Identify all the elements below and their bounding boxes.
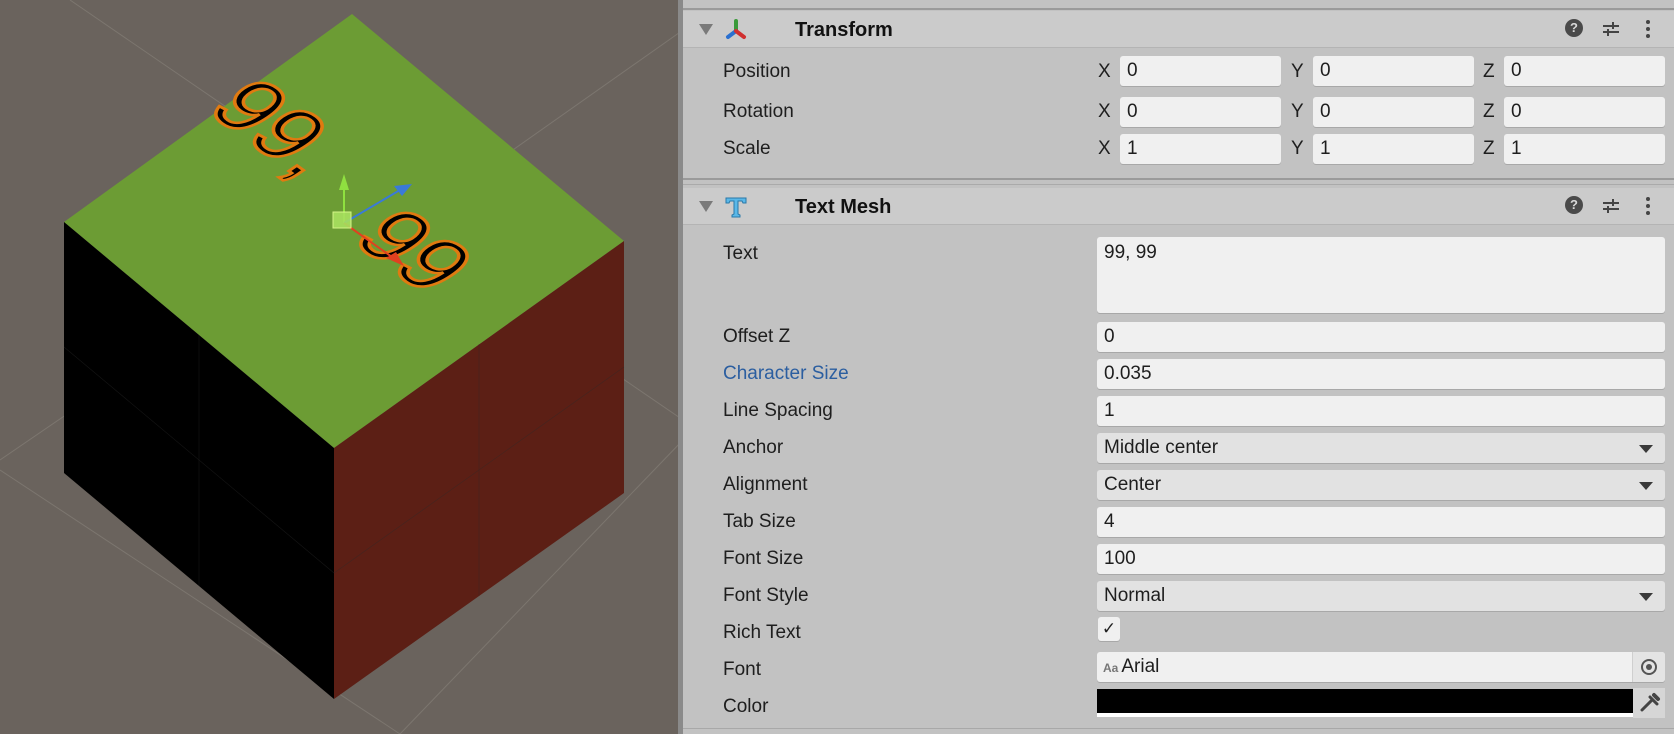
- rotation-label: Rotation: [723, 101, 794, 122]
- rotation-x-field[interactable]: 0: [1120, 97, 1281, 127]
- text-mesh-header[interactable]: Text Mesh ?: [683, 188, 1674, 225]
- chevron-down-icon: [1639, 445, 1653, 453]
- line-spacing-field[interactable]: 1: [1097, 396, 1665, 426]
- top-separator: [683, 8, 1674, 10]
- rotation-z-field[interactable]: 0: [1504, 97, 1665, 127]
- scene-view[interactable]: 99, 99: [0, 0, 683, 734]
- rotation-y-label[interactable]: Y: [1291, 101, 1304, 123]
- text-label: Text: [723, 243, 758, 264]
- position-y-label[interactable]: Y: [1291, 61, 1304, 83]
- scale-z-field[interactable]: 1: [1504, 134, 1665, 164]
- tab-size-label: Tab Size: [723, 511, 796, 532]
- font-value: Arial: [1121, 656, 1160, 677]
- more-options-icon[interactable]: [1638, 196, 1658, 216]
- scene-canvas[interactable]: 99, 99: [0, 0, 683, 734]
- scale-label: Scale: [723, 138, 771, 159]
- position-label: Position: [723, 61, 791, 82]
- position-x-label[interactable]: X: [1098, 61, 1111, 83]
- rotation-y-field[interactable]: 0: [1313, 97, 1474, 127]
- foldout-triangle-icon[interactable]: [699, 201, 713, 212]
- font-style-label: Font Style: [723, 585, 809, 606]
- alignment-label: Alignment: [723, 474, 808, 495]
- component-separator-2: [683, 184, 1674, 185]
- help-icon: ?: [1565, 19, 1583, 37]
- chevron-down-icon: [1639, 482, 1653, 490]
- font-size-field[interactable]: 100: [1097, 544, 1665, 574]
- font-style-value: Normal: [1104, 585, 1166, 606]
- tab-size-field[interactable]: 4: [1097, 507, 1665, 537]
- gizmo-center-handle[interactable]: [332, 211, 352, 229]
- anchor-value: Middle center: [1104, 437, 1219, 458]
- alignment-dropdown[interactable]: Center: [1097, 470, 1665, 500]
- position-x-field[interactable]: 0: [1120, 56, 1281, 86]
- font-size-label: Font Size: [723, 548, 804, 569]
- scale-y-field[interactable]: 1: [1313, 134, 1474, 164]
- scale-x-field[interactable]: 1: [1120, 134, 1281, 164]
- color-swatch[interactable]: [1097, 689, 1633, 713]
- color-alpha-bar: [1097, 713, 1633, 717]
- anchor-label: Anchor: [723, 437, 784, 458]
- offset-z-field[interactable]: 0: [1097, 322, 1665, 352]
- color-label: Color: [723, 696, 769, 717]
- transform-axes-icon: [726, 19, 746, 39]
- help-icon: ?: [1565, 196, 1583, 214]
- position-y-field[interactable]: 0: [1313, 56, 1474, 86]
- object-picker-button[interactable]: [1632, 652, 1665, 682]
- character-size-field[interactable]: 0.035: [1097, 359, 1665, 389]
- object-picker-dot: [1646, 664, 1652, 670]
- foldout-triangle-icon[interactable]: [699, 24, 713, 35]
- font-label: Font: [723, 659, 762, 680]
- position-z-label[interactable]: Z: [1483, 61, 1495, 83]
- bottom-separator: [683, 728, 1674, 729]
- font-object-field[interactable]: Aa Arial: [1097, 652, 1665, 682]
- eyedropper-icon[interactable]: [1633, 688, 1665, 718]
- text-mesh-title: Text Mesh: [795, 196, 892, 218]
- component-separator: [683, 178, 1674, 180]
- font-asset-icon: Aa: [1103, 661, 1119, 675]
- rich-text-label: Rich Text: [723, 622, 801, 643]
- transform-header[interactable]: Transform ?: [683, 11, 1674, 48]
- alignment-value: Center: [1104, 474, 1162, 495]
- rotation-x-label[interactable]: X: [1098, 101, 1111, 123]
- offset-z-label: Offset Z: [723, 326, 791, 347]
- help-button[interactable]: ?: [1565, 196, 1585, 216]
- font-style-dropdown[interactable]: Normal: [1097, 581, 1665, 611]
- scale-z-label[interactable]: Z: [1483, 138, 1495, 160]
- inspector-panel: Transform ? Position X 0 Y 0 Z 0 Rotatio…: [683, 0, 1674, 734]
- rotation-z-label[interactable]: Z: [1483, 101, 1495, 123]
- position-z-field[interactable]: 0: [1504, 56, 1665, 86]
- transform-title: Transform: [795, 19, 893, 41]
- scale-x-label[interactable]: X: [1098, 138, 1111, 160]
- scale-y-label[interactable]: Y: [1291, 138, 1304, 160]
- rich-text-checkbox[interactable]: ✓: [1098, 617, 1120, 641]
- chevron-down-icon: [1639, 593, 1653, 601]
- help-button[interactable]: ?: [1565, 19, 1585, 39]
- more-options-icon[interactable]: [1638, 19, 1658, 39]
- presets-icon[interactable]: [1601, 196, 1621, 216]
- text-area[interactable]: 99, 99: [1097, 237, 1665, 313]
- line-spacing-label: Line Spacing: [723, 400, 833, 421]
- text-mesh-icon: [725, 197, 747, 218]
- presets-icon[interactable]: [1601, 19, 1621, 39]
- character-size-label: Character Size: [723, 363, 849, 384]
- anchor-dropdown[interactable]: Middle center: [1097, 433, 1665, 463]
